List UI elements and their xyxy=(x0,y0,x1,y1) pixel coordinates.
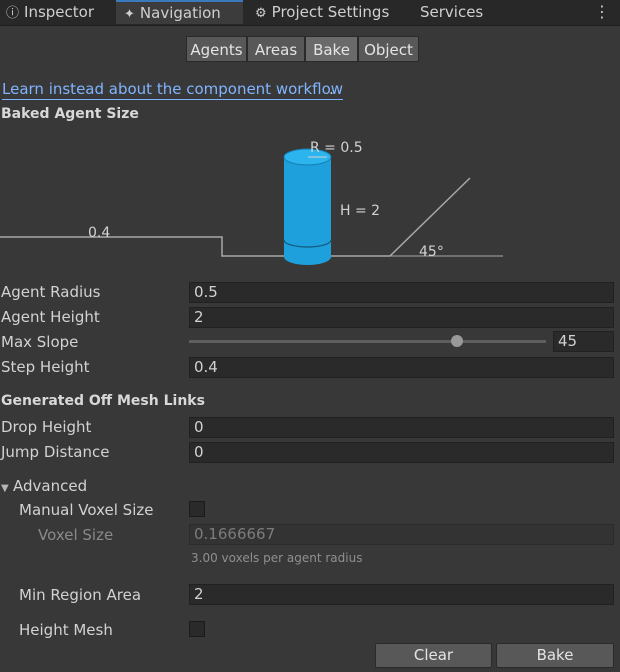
voxel-size-label: Voxel Size xyxy=(38,526,114,544)
jump-distance-input[interactable]: 0 xyxy=(189,442,614,463)
gear-icon: ⚙ xyxy=(255,6,267,21)
tab-project-settings-label: Project Settings xyxy=(271,3,390,21)
subtab-object[interactable]: Object xyxy=(358,36,419,62)
tab-services-label: Services xyxy=(420,3,484,21)
agent-cylinder-body xyxy=(284,157,331,257)
radius-label: R = 0.5 xyxy=(310,140,363,156)
baked-agent-size-heading: Baked Agent Size xyxy=(1,106,139,122)
voxel-size-input: 0.1666667 xyxy=(189,524,614,545)
info-icon: ⓘ xyxy=(6,6,20,21)
min-region-area-label: Min Region Area xyxy=(19,586,142,604)
window-tab-bar: ⓘ Inspector ✦ Navigation ⚙ Project Settings… xyxy=(0,0,620,26)
subtab-bake[interactable]: Bake xyxy=(305,36,358,62)
step-label: 0.4 xyxy=(88,225,110,241)
manual-voxel-size-label: Manual Voxel Size xyxy=(19,501,154,519)
tab-project-settings[interactable]: ⚙ Project Settings xyxy=(255,0,389,25)
ground-profile-line xyxy=(0,177,471,257)
step-height-input[interactable]: 0.4 xyxy=(189,357,614,378)
drop-height-input[interactable]: 0 xyxy=(189,417,614,438)
agent-radius-label: Agent Radius xyxy=(1,283,101,301)
max-slope-input[interactable]: 45 xyxy=(553,331,614,352)
jump-distance-label: Jump Distance xyxy=(1,443,110,461)
advanced-label: Advanced xyxy=(13,477,88,495)
height-mesh-label: Height Mesh xyxy=(19,621,113,639)
voxel-size-hint: 3.00 voxels per agent radius xyxy=(191,551,363,565)
tab-inspector[interactable]: ⓘ Inspector xyxy=(6,0,94,25)
slope-label: 45° xyxy=(419,244,444,260)
advanced-foldout[interactable]: ▼ Advanced xyxy=(1,476,87,499)
min-region-area-input[interactable]: 2 xyxy=(189,584,614,605)
tab-navigation-label: Navigation xyxy=(139,4,221,22)
agent-height-input[interactable]: 2 xyxy=(189,307,614,328)
more-options-icon[interactable]: ⋮ xyxy=(594,3,610,21)
agent-cylinder-bottom xyxy=(284,249,331,265)
foldout-arrow-icon: ▼ xyxy=(1,483,9,494)
height-label: H = 2 xyxy=(340,203,380,219)
subtab-areas[interactable]: Areas xyxy=(247,36,305,62)
max-slope-label: Max Slope xyxy=(1,333,79,351)
link-suffix: . xyxy=(329,80,334,98)
component-workflow-link[interactable]: Learn instead about the component workfl… xyxy=(2,80,344,100)
bake-button[interactable]: Bake xyxy=(496,643,614,668)
off-mesh-links-heading: Generated Off Mesh Links xyxy=(1,393,205,409)
manual-voxel-size-checkbox[interactable] xyxy=(189,501,205,517)
agent-size-diagram: R = 0.5 H = 2 0.4 45° xyxy=(0,140,503,265)
navigation-icon: ✦ xyxy=(124,7,135,22)
tab-inspector-label: Inspector xyxy=(24,3,94,21)
agent-radius-input[interactable]: 0.5 xyxy=(189,282,614,303)
max-slope-slider-thumb[interactable] xyxy=(450,335,463,347)
drop-height-label: Drop Height xyxy=(1,418,92,436)
height-mesh-checkbox[interactable] xyxy=(189,621,205,637)
subtab-agents[interactable]: Agents xyxy=(186,36,247,62)
tab-navigation[interactable]: ✦ Navigation xyxy=(116,0,243,24)
max-slope-slider-track[interactable] xyxy=(189,340,546,343)
clear-button[interactable]: Clear xyxy=(375,643,492,668)
tab-services[interactable]: Services xyxy=(420,0,483,25)
step-height-label: Step Height xyxy=(1,358,90,376)
agent-height-label: Agent Height xyxy=(1,308,100,326)
